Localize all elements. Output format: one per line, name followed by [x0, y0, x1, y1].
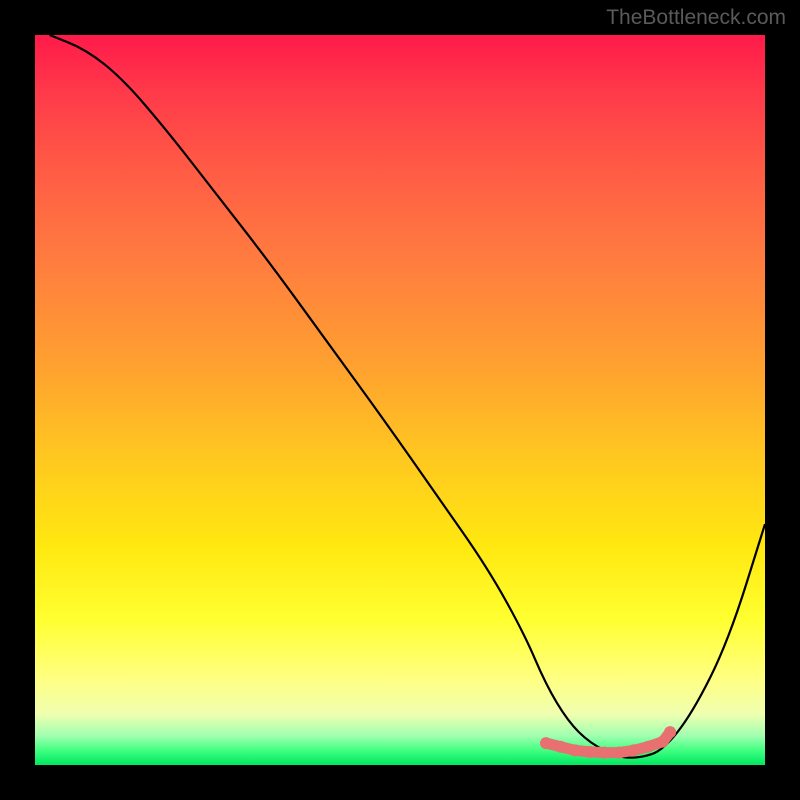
marker-dot	[613, 747, 625, 759]
marker-dot	[584, 746, 596, 758]
marker-dot	[598, 747, 610, 759]
watermark-text: TheBottleneck.com	[606, 6, 786, 30]
marker-dot	[555, 741, 567, 753]
marker-dot	[657, 736, 669, 748]
curve-line	[50, 35, 765, 758]
chart-svg	[35, 35, 765, 765]
marker-dot	[664, 726, 676, 738]
marker-group	[540, 726, 676, 758]
marker-dot	[628, 744, 640, 756]
marker-dot	[642, 741, 654, 753]
plot-area	[35, 35, 765, 765]
marker-dot	[540, 737, 552, 749]
marker-dot	[569, 744, 581, 756]
